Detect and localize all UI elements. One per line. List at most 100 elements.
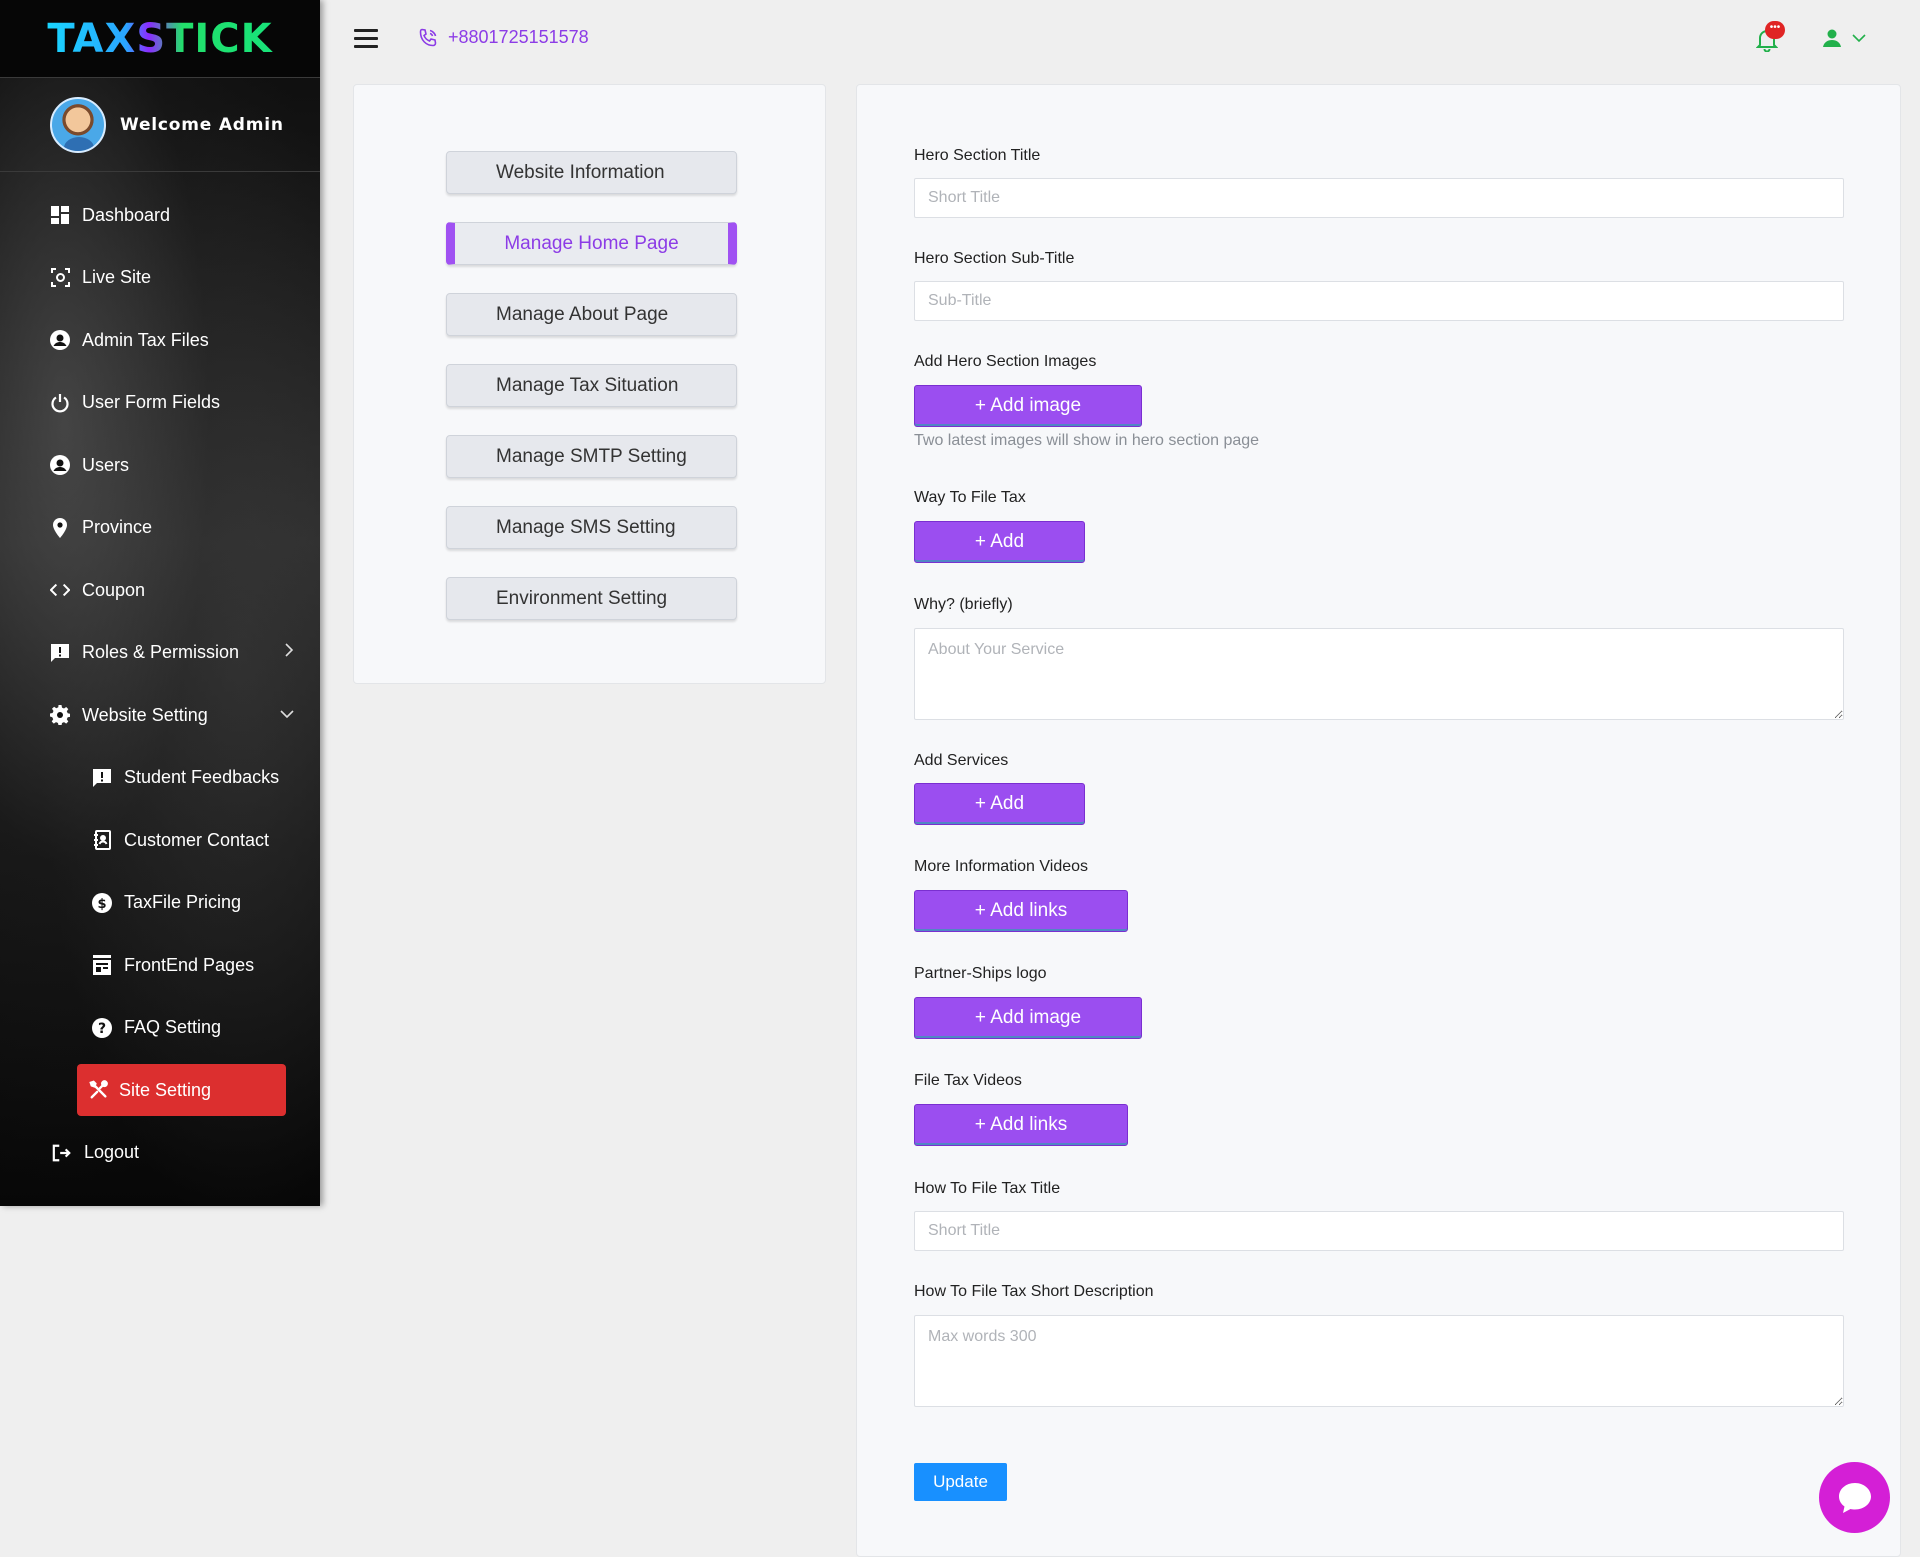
hero-subtitle-label: Hero Section Sub-Title (914, 250, 1075, 267)
sidebar-item-label: User Form Fields (82, 392, 221, 413)
sidebar-item-roles-permission[interactable]: Roles & Permission (0, 622, 320, 685)
sidebar-subitem-frontend-pages[interactable]: FrontEnd Pages (0, 934, 320, 997)
sidebar-item-coupon[interactable]: Coupon (0, 559, 320, 622)
tab-website-information[interactable]: Website Information (446, 151, 737, 194)
code-icon (50, 580, 70, 600)
svg-text:?: ? (98, 1021, 106, 1037)
question-circle-icon: ? (92, 1017, 112, 1038)
active-nav-highlight[interactable]: Site Setting (77, 1064, 286, 1117)
page-layout-icon (92, 955, 112, 976)
chevron-right-icon (285, 643, 294, 662)
phone-icon (419, 28, 437, 46)
sidebar-item-label: Customer Contact (124, 829, 270, 850)
user-profile: Welcome Admin (0, 78, 320, 172)
tab-environment-setting[interactable]: Environment Setting (446, 577, 737, 620)
screen-capture-icon (50, 268, 70, 288)
logout-icon (52, 1143, 72, 1163)
hero-title-input[interactable] (914, 178, 1844, 218)
sidebar-item-label: Dashboard (82, 204, 171, 225)
sidebar-item-label: Site Setting (119, 1079, 212, 1100)
hamburger-line (354, 37, 378, 40)
avatar (50, 96, 106, 153)
hero-images-hint: Two latest images will show in hero sect… (914, 432, 1260, 449)
hero-images-label: Add Hero Section Images (914, 353, 1097, 370)
how-desc-label: How To File Tax Short Description (914, 1283, 1154, 1300)
home-page-form-panel: Hero Section Title Hero Section Sub-Titl… (856, 84, 1901, 1557)
add-way-to-file-button[interactable]: + Add (914, 521, 1085, 563)
chat-button[interactable] (1819, 1462, 1890, 1533)
sidebar-item-label: TaxFile Pricing (124, 892, 242, 913)
phone-number: +8801725151578 (448, 27, 589, 47)
sidebar-item-label: Website Setting (82, 704, 208, 725)
hamburger-line (354, 45, 378, 48)
sidebar: TAXSTICK Welcome Admin Dashboard Live Si… (0, 0, 320, 1206)
hero-title-label: Hero Section Title (914, 147, 1041, 164)
logo[interactable]: TAXSTICK (0, 0, 320, 78)
feedback-icon (92, 768, 112, 788)
sidebar-subitem-student-feedbacks[interactable]: Student Feedbacks (0, 747, 320, 810)
sidebar-subitem-faq-setting[interactable]: ? FAQ Setting (0, 997, 320, 1060)
how-desc-textarea[interactable] (914, 1315, 1844, 1407)
sidebar-nav: Dashboard Live Site Admin Tax Files User… (0, 172, 320, 1184)
power-icon (50, 393, 70, 413)
gear-icon (50, 705, 70, 726)
sidebar-item-users[interactable]: Users (0, 434, 320, 497)
sidebar-subitem-taxfile-pricing[interactable]: $ TaxFile Pricing (0, 872, 320, 935)
sidebar-item-label: Users (82, 454, 130, 475)
sidebar-item-label: Student Feedbacks (124, 767, 280, 788)
logo-text: TAXSTICK (47, 15, 273, 62)
sidebar-item-label: Admin Tax Files (82, 329, 209, 350)
tab-manage-tax-situation[interactable]: Manage Tax Situation (446, 364, 737, 407)
add-services-label: Add Services (914, 752, 1009, 769)
tab-manage-home-page[interactable]: Manage Home Page (446, 222, 737, 265)
hero-subtitle-input[interactable] (914, 281, 1844, 321)
welcome-text: Welcome Admin (120, 114, 284, 135)
sidebar-subitem-site-setting[interactable]: Site Setting (0, 1059, 320, 1122)
contact-book-icon (92, 830, 112, 851)
sidebar-item-user-form-fields[interactable]: User Form Fields (0, 372, 320, 435)
alert-message-icon (50, 643, 70, 663)
way-to-file-label: Way To File Tax (914, 489, 1026, 506)
user-circle-icon (50, 455, 70, 476)
sidebar-item-live-site[interactable]: Live Site (0, 247, 320, 310)
tab-manage-about-page[interactable]: Manage About Page (446, 293, 737, 336)
sidebar-item-dashboard[interactable]: Dashboard (0, 184, 320, 247)
file-tax-videos-label: File Tax Videos (914, 1072, 1022, 1089)
hamburger-menu-icon[interactable] (354, 29, 378, 49)
user-icon (1823, 29, 1841, 47)
sidebar-item-label: Province (82, 517, 153, 538)
partner-logo-label: Partner-Ships logo (914, 965, 1047, 982)
add-file-tax-video-links-button[interactable]: + Add links (914, 1104, 1128, 1146)
why-label: Why? (briefly) (914, 596, 1013, 613)
tab-manage-sms-setting[interactable]: Manage SMS Setting (446, 506, 737, 549)
sidebar-item-label: Logout (84, 1142, 140, 1163)
sidebar-item-label: Roles & Permission (82, 642, 240, 663)
sidebar-item-website-setting[interactable]: Website Setting (0, 684, 320, 747)
sidebar-item-province[interactable]: Province (0, 497, 320, 560)
how-title-input[interactable] (914, 1211, 1844, 1251)
user-circle-icon (50, 330, 70, 351)
add-info-video-links-button[interactable]: + Add links (914, 890, 1128, 932)
why-textarea[interactable] (914, 628, 1844, 720)
add-services-button[interactable]: + Add (914, 783, 1085, 825)
sidebar-item-label: FrontEnd Pages (124, 954, 255, 975)
phone-contact[interactable]: +8801725151578 (418, 27, 589, 48)
sidebar-subitem-customer-contact[interactable]: Customer Contact (0, 809, 320, 872)
sidebar-item-label: Coupon (82, 579, 146, 600)
sidebar-item-label: FAQ Setting (124, 1017, 222, 1038)
how-title-label: How To File Tax Title (914, 1180, 1061, 1197)
add-partner-logo-button[interactable]: + Add image (914, 997, 1142, 1039)
info-videos-label: More Information Videos (914, 858, 1089, 875)
dashboard-icon (50, 205, 70, 225)
chat-bubble-icon (1838, 1482, 1871, 1513)
sidebar-item-label: Live Site (82, 267, 152, 288)
add-hero-image-button[interactable]: + Add image (914, 385, 1142, 427)
update-button[interactable]: Update (914, 1463, 1007, 1501)
sidebar-item-admin-tax-files[interactable]: Admin Tax Files (0, 309, 320, 372)
svg-text:$: $ (97, 897, 106, 912)
hamburger-line (354, 29, 378, 32)
settings-menu-panel: Website Information Manage Home Page Man… (353, 84, 826, 684)
user-menu[interactable] (1822, 28, 1866, 48)
tab-manage-smtp-setting[interactable]: Manage SMTP Setting (446, 435, 737, 478)
sidebar-item-logout[interactable]: Logout (0, 1122, 320, 1185)
